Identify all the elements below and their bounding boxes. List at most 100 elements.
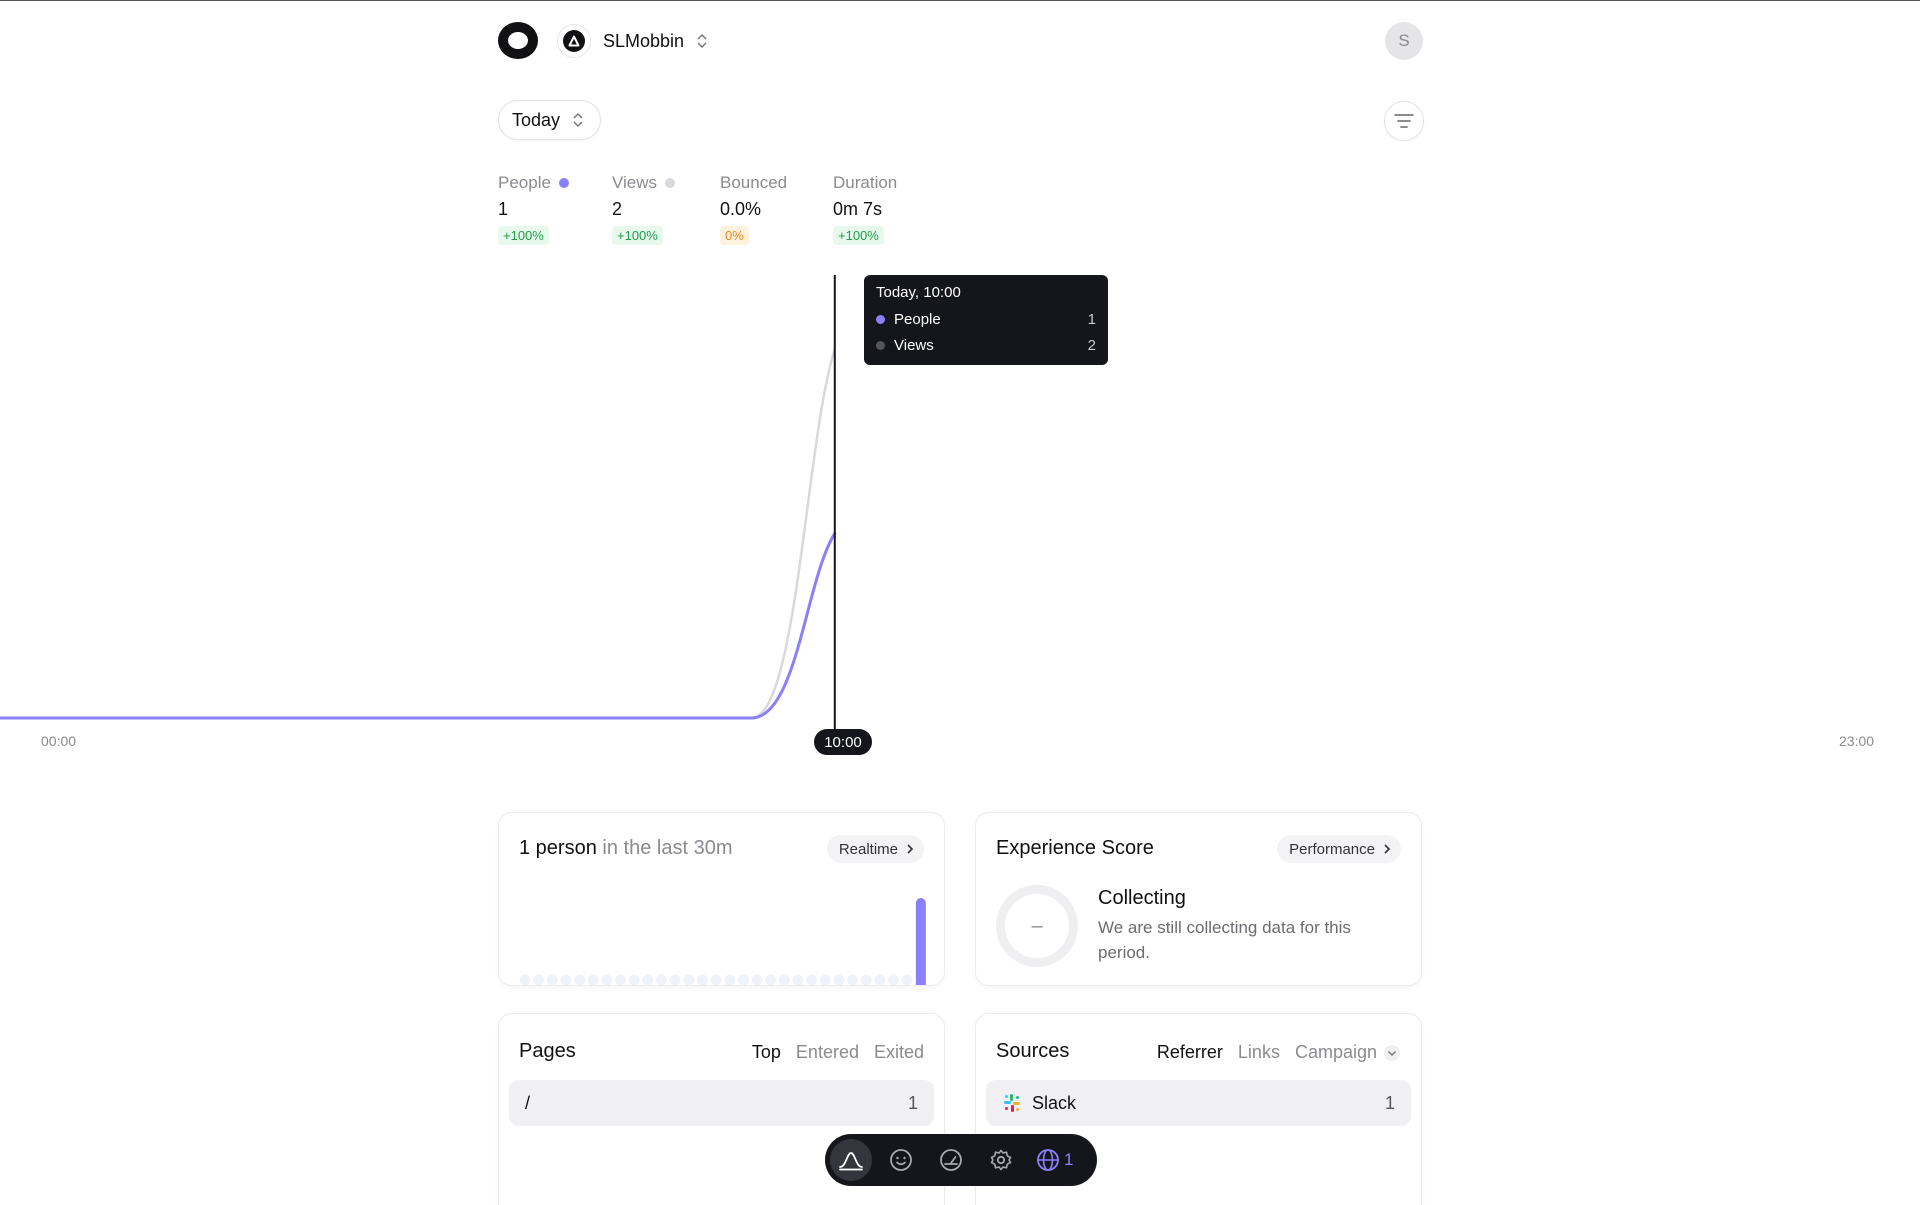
experience-title: Experience Score: [996, 837, 1154, 859]
realtime-link-label: Realtime: [838, 840, 898, 858]
realtime-bar: [765, 974, 777, 985]
realtime-bar: [546, 974, 558, 985]
realtime-bar: [710, 974, 722, 985]
realtime-bar: [806, 974, 818, 985]
change-badge: 0%: [720, 226, 749, 245]
stat-label: Duration: [833, 173, 898, 192]
series-line-views: [0, 347, 837, 720]
x-axis-start-label: 00:00: [41, 733, 77, 749]
period-label: Today: [512, 109, 561, 130]
stat-value: 0.0%: [720, 199, 762, 219]
performance-link[interactable]: Performance: [1277, 835, 1401, 863]
realtime-bar: [792, 974, 804, 985]
realtime-bar: [587, 974, 599, 985]
realtime-bar: [669, 974, 681, 985]
avatar[interactable]: S: [1385, 22, 1423, 60]
ring-logo[interactable]: [498, 22, 538, 59]
pages-title: Pages: [519, 1040, 576, 1062]
tab-referrer[interactable]: Referrer: [1157, 1042, 1223, 1063]
experience-description: We are still collecting data for this pe…: [1098, 918, 1351, 962]
realtime-bar: [778, 974, 790, 985]
realtime-suffix: in the last 30m: [602, 837, 733, 859]
realtime-bar: [574, 974, 586, 985]
series-line-people: [0, 531, 837, 720]
site-switcher[interactable]: SLMobbin: [557, 24, 708, 58]
realtime-bar: [860, 974, 872, 985]
chevron-right-icon: [1384, 844, 1391, 854]
experience-status: Collecting: [1098, 887, 1186, 909]
page-path: /: [525, 1092, 531, 1113]
site-name: SLMobbin: [603, 30, 685, 51]
tab-campaign[interactable]: Campaign: [1295, 1042, 1401, 1063]
change-badge: +100%: [833, 226, 884, 245]
realtime-bar: [888, 974, 900, 985]
tab-top[interactable]: Top: [752, 1042, 781, 1063]
realtime-bar: [874, 974, 886, 985]
experience-gauge: –: [996, 885, 1078, 967]
nav-settings[interactable]: [980, 1139, 1022, 1181]
stat-duration[interactable]: Duration 0m 7s +100%: [833, 172, 897, 245]
realtime-title: 1 person in the last 30m: [519, 837, 732, 860]
realtime-bar: [915, 898, 926, 985]
slack-icon: [1004, 1094, 1020, 1112]
chart-tooltip: Today, 10:00 People 1 Views 2: [864, 275, 1108, 365]
realtime-bar: [656, 974, 667, 985]
realtime-bar: [533, 974, 545, 985]
performance-link-label: Performance: [1289, 840, 1375, 858]
tab-links[interactable]: Links: [1238, 1042, 1280, 1063]
stat-label: Views: [612, 173, 658, 192]
stat-bounced[interactable]: Bounced 0.0% 0%: [720, 172, 787, 245]
chevron-updown-icon: [573, 112, 583, 128]
source-count: 1: [1384, 1092, 1395, 1113]
nav-performance[interactable]: [930, 1139, 972, 1181]
list-item[interactable]: Slack 1: [986, 1080, 1411, 1126]
realtime-bar: [519, 974, 531, 985]
realtime-bars: [519, 898, 926, 985]
list-item[interactable]: / 1: [509, 1080, 934, 1126]
window-top-border: [0, 0, 1920, 1]
realtime-bar: [751, 974, 763, 985]
tab-campaign-label: Campaign: [1294, 1042, 1377, 1062]
page-count: 1: [907, 1092, 918, 1113]
source-name: Slack: [1032, 1092, 1077, 1113]
realtime-bar: [901, 974, 913, 985]
realtime-count: 1 person: [519, 837, 597, 859]
realtime-link[interactable]: Realtime: [826, 835, 924, 863]
tab-exited[interactable]: Exited: [874, 1042, 924, 1063]
realtime-card: 1 person in the last 30m Realtime: [498, 812, 945, 986]
nav-dashboard[interactable]: [830, 1139, 872, 1181]
realtime-bar: [601, 974, 613, 985]
gauge-icon: [940, 1149, 962, 1171]
tooltip-label: Views: [894, 336, 934, 354]
tab-entered[interactable]: Entered: [796, 1042, 859, 1063]
chevron-down-icon: [1384, 1044, 1400, 1061]
change-badge: +100%: [612, 226, 663, 245]
period-selector[interactable]: Today: [498, 100, 602, 140]
stat-label: People: [498, 173, 551, 192]
realtime-bar: [847, 974, 859, 985]
bottom-nav: 1: [825, 1134, 1097, 1186]
realtime-bar: [628, 974, 640, 985]
hover-time-pill: 10:00: [814, 729, 872, 755]
stat-label: Bounced: [720, 173, 788, 192]
stat-value: 0m 7s: [833, 199, 883, 219]
realtime-bar: [615, 974, 627, 985]
gear-icon: [990, 1149, 1012, 1171]
chevron-right-icon: [907, 844, 914, 854]
globe-icon: [1037, 1149, 1059, 1171]
live-count: 1: [1064, 1150, 1074, 1169]
filter-lines-icon: [1394, 114, 1414, 128]
stat-people[interactable]: People 1 +100%: [498, 172, 569, 245]
experience-card: Experience Score Performance – Collectin…: [975, 812, 1422, 986]
filter-button[interactable]: [1384, 101, 1424, 141]
realtime-bar: [642, 974, 654, 985]
stat-views[interactable]: Views 2 +100%: [612, 172, 676, 245]
nav-sessions[interactable]: [880, 1139, 922, 1181]
tooltip-row-views: Views 2: [876, 332, 1096, 358]
realtime-bar: [737, 974, 749, 985]
people-dot: [876, 314, 885, 324]
nav-live-visitors[interactable]: 1: [1030, 1139, 1079, 1181]
pages-tabs: Top Entered Exited: [752, 1042, 924, 1063]
realtime-bar: [683, 974, 695, 985]
chevron-updown-icon: [697, 33, 707, 49]
